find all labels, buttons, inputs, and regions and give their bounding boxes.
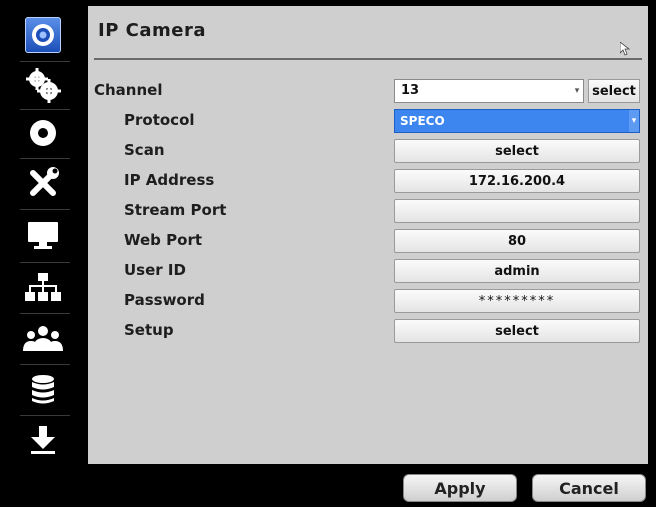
channel-dropdown[interactable]: 13 ▾ (394, 79, 584, 103)
password-label: Password (124, 291, 205, 309)
channel-label: Channel (94, 81, 163, 99)
sidebar-item-network[interactable] (8, 266, 78, 308)
chevron-down-icon: ▾ (574, 86, 580, 96)
sidebar-item-display[interactable] (8, 214, 78, 256)
sidebar-divider (20, 209, 70, 210)
stream-port-label: Stream Port (124, 201, 227, 219)
download-icon (31, 426, 55, 454)
camera-tile (25, 17, 61, 53)
protocol-dropdown[interactable]: SPECO ▾ (394, 109, 640, 133)
scan-label: Scan (124, 141, 165, 159)
web-port-label: Web Port (124, 231, 203, 249)
sidebar-divider (20, 158, 70, 159)
sidebar-divider (20, 364, 70, 365)
sidebar-item-users[interactable] (8, 318, 78, 360)
sidebar-item-storage[interactable] (8, 369, 78, 411)
sidebar-divider (20, 61, 70, 62)
sidebar-item-download[interactable] (8, 419, 78, 461)
channel-select-button[interactable]: select (588, 79, 640, 103)
cancel-button[interactable]: Cancel (532, 474, 646, 502)
tools-icon (30, 167, 59, 196)
sidebar-item-system[interactable] (8, 64, 78, 106)
stream-port-field[interactable] (394, 199, 640, 223)
ip-camera-panel: IP Camera Channel 13 ▾ select Protocol S… (88, 6, 648, 464)
monitor-icon (28, 222, 58, 249)
sidebar-divider (20, 262, 70, 263)
sidebar-divider (20, 109, 70, 110)
protocol-label: Protocol (124, 111, 195, 129)
user-id-label: User ID (124, 261, 186, 279)
ip-address-field[interactable]: 172.16.200.4 (394, 169, 640, 193)
ip-address-label: IP Address (124, 171, 215, 189)
gears-icon (26, 68, 61, 103)
sidebar-divider (20, 313, 70, 314)
page-title: IP Camera (98, 20, 206, 41)
users-icon (23, 326, 63, 351)
sidebar-item-tools[interactable] (8, 162, 78, 204)
mouse-pointer-icon (620, 42, 630, 56)
sidebar-item-record[interactable] (8, 112, 78, 154)
sidebar (6, 6, 80, 466)
apply-button[interactable]: Apply (403, 474, 517, 502)
protocol-value: SPECO (400, 114, 445, 128)
camera-icon (32, 24, 54, 46)
setup-label: Setup (124, 321, 174, 339)
web-port-field[interactable]: 80 (394, 229, 640, 253)
disc-icon (30, 120, 56, 146)
sidebar-item-camera[interactable] (8, 14, 78, 56)
chevron-down-icon: ▾ (629, 110, 639, 132)
title-divider (94, 58, 642, 60)
channel-value: 13 (401, 83, 420, 98)
user-id-field[interactable]: admin (394, 259, 640, 283)
database-icon (32, 375, 54, 404)
setup-select-button[interactable]: select (394, 319, 640, 343)
scan-select-button[interactable]: select (394, 139, 640, 163)
password-field[interactable]: ********* (394, 289, 640, 313)
sidebar-divider (20, 415, 70, 416)
network-icon (25, 273, 61, 301)
